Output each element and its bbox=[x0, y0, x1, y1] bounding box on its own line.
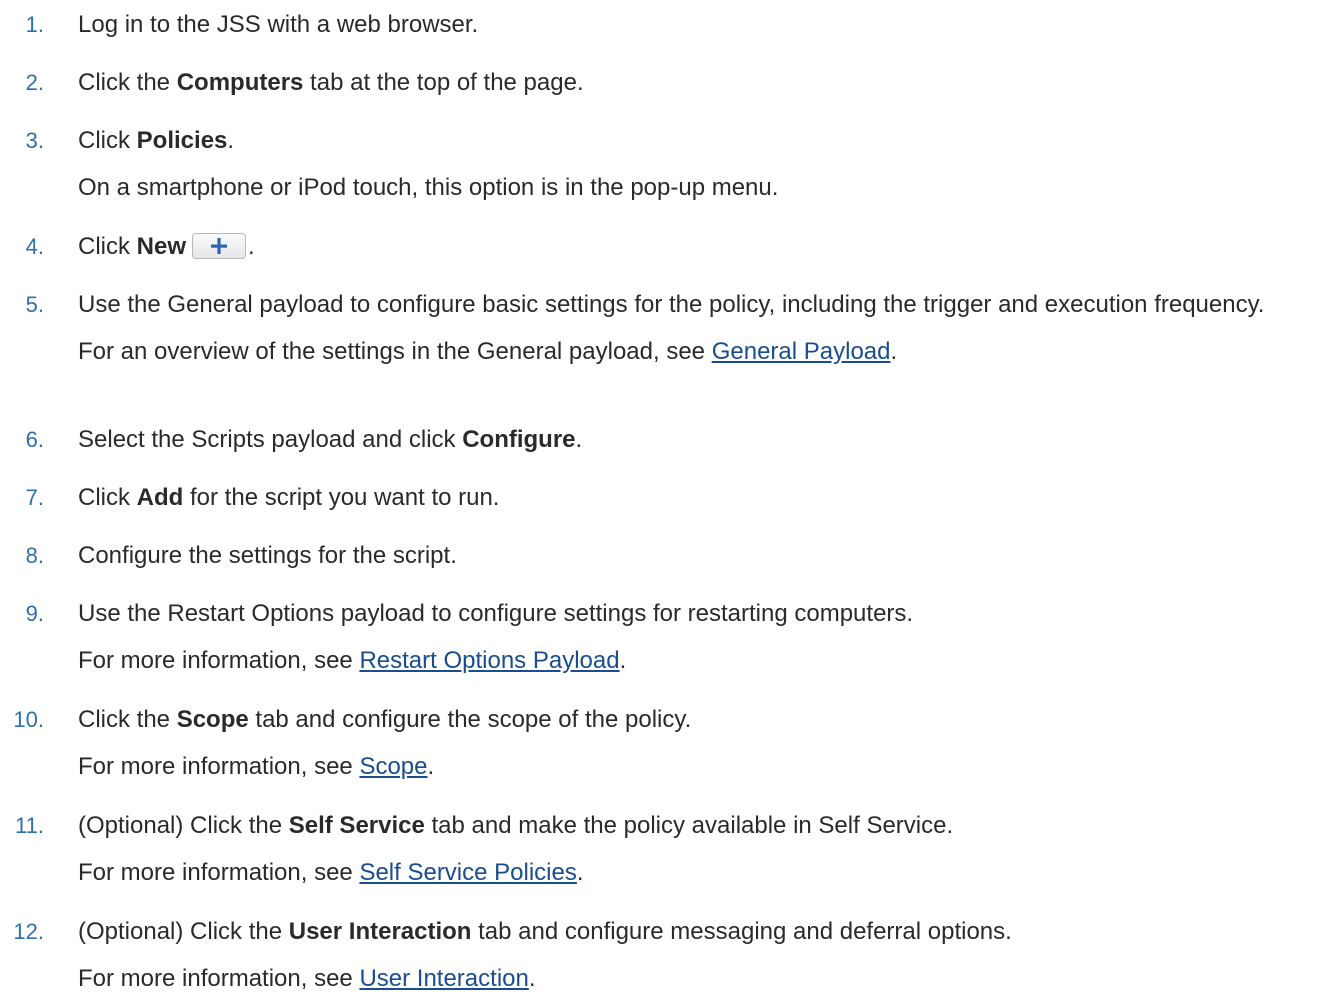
text-run: Log in to the JSS with a web browser. bbox=[78, 11, 479, 38]
text-run: Use the General payload to configure bas… bbox=[78, 291, 1265, 318]
step-instruction: (Optional) Click the User Interaction ta… bbox=[78, 917, 1313, 947]
text-run: For more information, see bbox=[78, 647, 360, 674]
step-number: 6. bbox=[25, 427, 44, 452]
link-user-interaction[interactable]: User Interaction bbox=[359, 965, 528, 992]
step-number: 8. bbox=[25, 543, 44, 568]
text-run: tab and configure messaging and deferral… bbox=[471, 918, 1012, 945]
text-run: tab and make the policy available in Sel… bbox=[424, 812, 954, 839]
step-instruction: Click the Scope tab and configure the sc… bbox=[78, 705, 1313, 735]
step-body: Click Policies. On a smartphone or iPod t… bbox=[78, 126, 1313, 203]
text-run: For an overview of the settings in the G… bbox=[78, 338, 712, 365]
step-instruction: Configure the settings for the script. bbox=[78, 541, 1313, 571]
step-body: Click Add for the script you want to run… bbox=[78, 483, 1313, 513]
step-number: 1. bbox=[25, 12, 44, 37]
step-number: 10. bbox=[13, 707, 44, 732]
link-restart-options-payload[interactable]: Restart Options Payload bbox=[359, 647, 619, 674]
step-note: For more information, see Scope. bbox=[78, 752, 1313, 782]
text-run: . bbox=[619, 647, 627, 674]
text-run: Configure the settings for the script. bbox=[78, 542, 457, 569]
step-instruction: (Optional) Click the Self Service tab an… bbox=[78, 811, 1313, 841]
step-body: Click New. bbox=[78, 232, 1313, 262]
step-number: 9. bbox=[25, 601, 44, 626]
step-body: Click the Scope tab and configure the sc… bbox=[78, 705, 1313, 782]
step-body: (Optional) Click the Self Service tab an… bbox=[78, 811, 1313, 888]
step-instruction: Click Policies. bbox=[78, 126, 1313, 156]
link-scope[interactable]: Scope bbox=[359, 753, 427, 780]
step-number: 12. bbox=[13, 919, 44, 944]
step-note: For more information, see User Interacti… bbox=[78, 964, 1313, 994]
text-run: tab and configure the scope of the polic… bbox=[248, 706, 692, 733]
new-button[interactable] bbox=[192, 233, 247, 259]
step-number: 4. bbox=[25, 234, 44, 259]
ui-term-scope: Scope bbox=[176, 706, 249, 733]
text-run: (Optional) Click the bbox=[78, 918, 289, 945]
procedure-steps: 1. Log in to the JSS with a web browser. 2… bbox=[0, 0, 1327, 992]
text-run: Select the Scripts payload and click bbox=[78, 426, 463, 453]
step-body: Use the Restart Options payload to confi… bbox=[78, 599, 1313, 676]
step-body: Use the General payload to configure bas… bbox=[78, 290, 1313, 367]
ui-term-user-interaction: User Interaction bbox=[288, 918, 472, 945]
link-self-service-policies[interactable]: Self Service Policies bbox=[359, 859, 576, 886]
ui-term-policies: Policies bbox=[136, 127, 228, 154]
text-run: . bbox=[528, 965, 536, 992]
ui-term-new: New bbox=[136, 233, 187, 260]
text-run: tab at the top of the page. bbox=[303, 69, 584, 96]
text-run: for the script you want to run. bbox=[183, 484, 500, 511]
step-note: On a smartphone or iPod touch, this opti… bbox=[78, 173, 1313, 203]
step-body: Log in to the JSS with a web browser. bbox=[78, 10, 1313, 40]
text-run: For more information, see bbox=[78, 859, 360, 886]
step-instruction: Log in to the JSS with a web browser. bbox=[78, 10, 1313, 40]
step-body: Configure the settings for the script. bbox=[78, 541, 1313, 571]
text-run: . bbox=[227, 127, 235, 154]
step-number: 7. bbox=[25, 485, 44, 510]
text-run: . bbox=[427, 753, 435, 780]
text-run: . bbox=[890, 338, 898, 365]
step-body: Click the Computers tab at the top of th… bbox=[78, 68, 1313, 98]
step-note: For more information, see Restart Option… bbox=[78, 646, 1313, 676]
ui-term-self-service: Self Service bbox=[288, 812, 425, 839]
text-run: For more information, see bbox=[78, 965, 360, 992]
text-run: . bbox=[576, 859, 584, 886]
step-instruction: Click New. bbox=[78, 232, 1313, 262]
step-instruction: Click Add for the script you want to run… bbox=[78, 483, 1313, 513]
step-instruction: Use the Restart Options payload to confi… bbox=[78, 599, 1313, 629]
text-run: Click bbox=[78, 484, 137, 511]
step-body: Select the Scripts payload and click Con… bbox=[78, 425, 1313, 455]
plus-icon bbox=[211, 238, 228, 254]
text-run: . bbox=[575, 426, 583, 453]
step-number: 11. bbox=[15, 813, 44, 838]
step-number: 5. bbox=[25, 292, 44, 317]
step-instruction: Click the Computers tab at the top of th… bbox=[78, 68, 1313, 98]
text-run: (Optional) Click the bbox=[78, 812, 289, 839]
link-general-payload[interactable]: General Payload bbox=[712, 338, 891, 365]
text-run: Use the Restart Options payload to confi… bbox=[78, 600, 914, 627]
step-body: (Optional) Click the User Interaction ta… bbox=[78, 917, 1313, 994]
step-note: For more information, see Self Service P… bbox=[78, 858, 1313, 888]
step-number: 2. bbox=[25, 70, 44, 95]
step-instruction: Select the Scripts payload and click Con… bbox=[78, 425, 1313, 455]
ui-term-add: Add bbox=[136, 484, 184, 511]
ui-term-computers: Computers bbox=[176, 69, 304, 96]
text-run: Click the bbox=[78, 706, 177, 733]
text-run: Click the bbox=[78, 69, 177, 96]
text-run: For more information, see bbox=[78, 753, 360, 780]
text-run: Click bbox=[78, 127, 137, 154]
step-instruction: Use the General payload to configure bas… bbox=[78, 290, 1313, 320]
text-run: On a smartphone or iPod touch, this opti… bbox=[78, 174, 779, 201]
step-note: For an overview of the settings in the G… bbox=[78, 337, 1313, 367]
text-run: Click bbox=[78, 233, 137, 260]
text-run: . bbox=[248, 233, 255, 260]
ui-term-configure: Configure bbox=[462, 426, 576, 453]
step-number: 3. bbox=[25, 128, 44, 153]
